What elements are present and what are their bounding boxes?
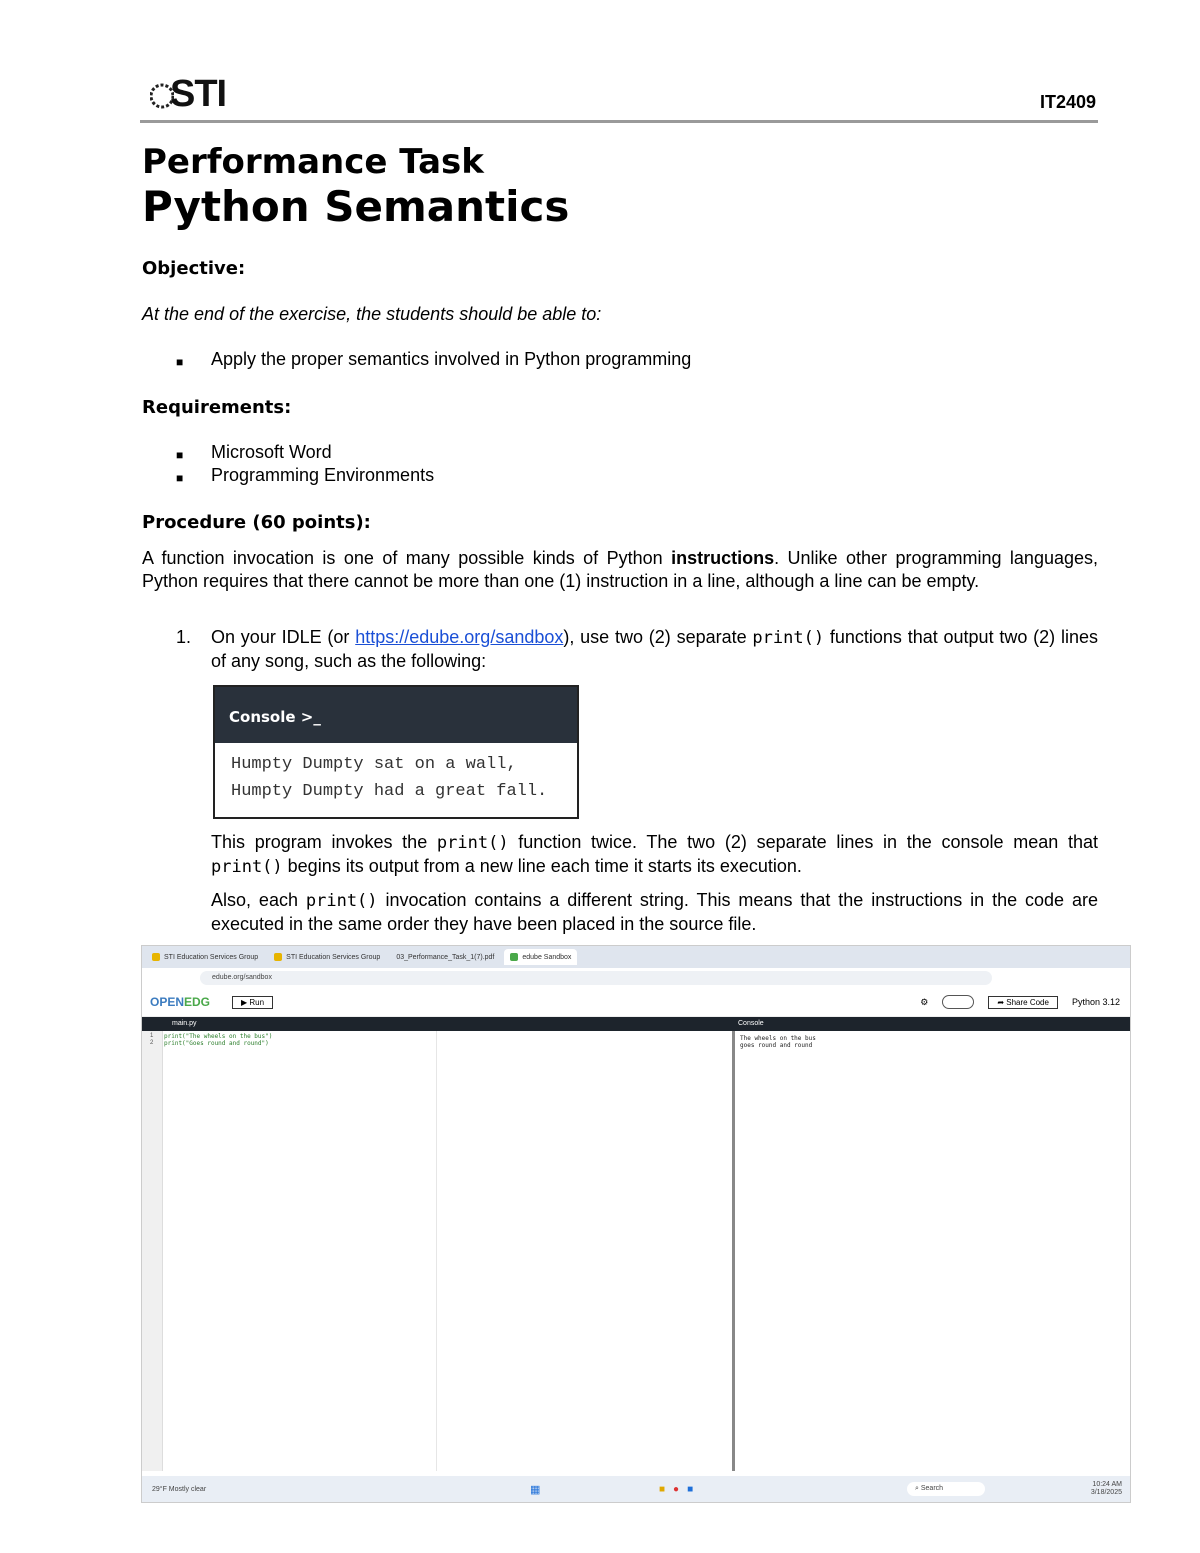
console-figure: Console >_ Humpty Dumpty sat on a wall, … xyxy=(213,685,579,819)
editor-tab[interactable]: main.py xyxy=(142,1017,732,1031)
python-version-select[interactable]: Python 3.12 xyxy=(1072,997,1120,1007)
sti-logo: STI xyxy=(150,74,240,114)
clock-date: 3/18/2025 xyxy=(1090,1489,1122,1496)
console-pane: The wheels on the bus goes round and rou… xyxy=(740,1035,816,1049)
procedure-heading: Procedure (60 points): xyxy=(142,512,371,533)
p2-pre: This program invokes the xyxy=(211,832,437,852)
code-editor[interactable]: print("The wheels on the bus") print("Go… xyxy=(164,1033,272,1047)
browser-tab[interactable]: 03_Performance_Task_1(7).pdf xyxy=(390,949,500,965)
requirements-list: ■ Microsoft Word ■ Programming Environme… xyxy=(0,441,1200,489)
console-title: Console >_ xyxy=(215,687,577,743)
taskbar-search[interactable]: ⌕ Search xyxy=(907,1482,985,1496)
browser-tabbar: STI Education Services Group STI Educati… xyxy=(142,946,1130,968)
editor-guide xyxy=(436,1031,437,1471)
brand-part-b: EDG xyxy=(184,995,211,1009)
print-code: print() xyxy=(211,857,283,877)
app-header: OPENEDG ▶ Run ⚙ ➦ Share Code Python 3.12 xyxy=(142,988,1130,1017)
bullet-square-icon: ■ xyxy=(176,355,184,369)
taskbar-clock[interactable]: 10:24 AM 3/18/2025 xyxy=(1091,1481,1122,1497)
bullet-square-icon: ■ xyxy=(176,471,184,485)
console-output: Humpty Dumpty sat on a wall, Humpty Dump… xyxy=(215,743,577,813)
sandbox-screenshot: STI Education Services Group STI Educati… xyxy=(141,945,1131,1503)
step1-text: On your IDLE (or https://edube.org/sandb… xyxy=(211,626,1098,673)
code-line: print("The wheels on the bus") xyxy=(164,1033,273,1040)
theme-toggle[interactable] xyxy=(942,995,975,1009)
browser-tab[interactable]: STI Education Services Group xyxy=(268,949,386,965)
procedure-intro-text: A function invocation is one of many pos… xyxy=(142,548,672,568)
objective-item: Apply the proper semantics involved in P… xyxy=(211,349,692,369)
step1-mid: ), use two (2) separate xyxy=(563,627,753,647)
tab-label: STI Education Services Group xyxy=(286,953,381,961)
objective-intro: At the end of the exercise, the students… xyxy=(142,304,602,324)
windows-start-icon[interactable]: ▦ xyxy=(530,1483,540,1496)
requirement-item: Programming Environments xyxy=(211,465,435,485)
tab-favicon-icon xyxy=(152,953,160,961)
console-tab[interactable]: Console xyxy=(732,1017,764,1031)
procedure-intro-bold: instructions xyxy=(671,548,775,568)
folder-icon[interactable]: ■ xyxy=(659,1484,665,1495)
step1-pre: On your IDLE (or xyxy=(211,627,356,647)
code-line: print("Goes round and round") xyxy=(164,1040,269,1047)
settings-gear-icon[interactable]: ⚙ xyxy=(920,997,928,1008)
logo-text: STI xyxy=(170,73,227,115)
app-controls: ⚙ ➦ Share Code Python 3.12 xyxy=(920,995,1120,1009)
address-bar-row: edube.org/sandbox xyxy=(142,968,1130,988)
search-label: Search xyxy=(920,1485,944,1492)
line-number: 1 xyxy=(150,1033,154,1039)
procedure-intro: A function invocation is one of many pos… xyxy=(142,547,1098,593)
mail-icon[interactable]: ■ xyxy=(687,1484,693,1495)
pane-divider[interactable] xyxy=(732,1031,735,1471)
browser-tab[interactable]: STI Education Services Group xyxy=(146,949,264,965)
course-code: IT2409 xyxy=(1039,92,1096,112)
run-button[interactable]: ▶ Run xyxy=(232,995,274,1009)
requirements-heading: Requirements: xyxy=(142,397,292,418)
brand-part-a: OPEN xyxy=(150,995,185,1009)
header-rule xyxy=(140,120,1098,123)
taskbar-apps: ■ ● ■ xyxy=(659,1484,693,1495)
p2-mid: function twice. The two (2) separate lin… xyxy=(508,832,1098,852)
console-line: Humpty Dumpty had a great fall. xyxy=(231,782,548,801)
p2-post: begins its output from a new line each t… xyxy=(282,856,802,876)
share-button[interactable]: ➦ Share Code xyxy=(988,995,1058,1009)
sandbox-link[interactable]: https://edube.org/sandbox xyxy=(355,627,563,647)
requirement-item: Microsoft Word xyxy=(211,442,332,462)
explanation-paragraph-2: Also, each print() invocation contains a… xyxy=(211,889,1098,936)
p3-pre: Also, each xyxy=(211,890,306,910)
output-line: goes round and round xyxy=(740,1042,813,1049)
windows-taskbar: 29°F Mostly clear ▦ ⌕ Search ■ ● ■ 10:24… xyxy=(142,1476,1130,1502)
tab-label: 03_Performance_Task_1(7).pdf xyxy=(396,953,495,961)
print-code: print() xyxy=(305,891,378,911)
objective-heading: Objective: xyxy=(142,258,246,279)
tab-label: edube Sandbox xyxy=(522,953,572,961)
console-line: Humpty Dumpty sat on a wall, xyxy=(231,755,517,774)
clock-time: 10:24 AM xyxy=(1092,1481,1122,1488)
share-label: Share Code xyxy=(1006,997,1049,1007)
explanation-paragraph-1: This program invokes the print() functio… xyxy=(211,831,1098,879)
tab-favicon-icon xyxy=(510,953,519,961)
editor-panes: 1 2 print("The wheels on the bus") print… xyxy=(142,1031,1130,1471)
objective-list: ■ Apply the proper semantics involved in… xyxy=(0,348,1200,372)
tab-label: STI Education Services Group xyxy=(164,953,259,961)
panel-tabbar: main.py Console xyxy=(142,1017,1130,1031)
line-number: 2 xyxy=(150,1040,154,1046)
page-title-line2: Python Semantics xyxy=(142,182,570,231)
print-code: print() xyxy=(752,628,825,648)
chrome-icon[interactable]: ● xyxy=(673,1484,679,1495)
address-bar[interactable]: edube.org/sandbox xyxy=(200,971,992,985)
print-code: print() xyxy=(436,833,509,853)
share-icon: ➦ xyxy=(997,997,1007,1007)
step-number: 1. xyxy=(176,627,192,647)
weather-widget[interactable]: 29°F Mostly clear xyxy=(152,1486,206,1493)
line-gutter: 1 2 xyxy=(142,1031,163,1471)
tab-favicon-icon xyxy=(274,953,283,961)
openedg-logo: OPENEDG xyxy=(150,995,210,1009)
bullet-square-icon: ■ xyxy=(176,448,184,462)
output-line: The wheels on the bus xyxy=(740,1035,816,1042)
page-title-line1: Performance Task xyxy=(142,142,484,182)
browser-tab-active[interactable]: edube Sandbox xyxy=(504,949,578,965)
